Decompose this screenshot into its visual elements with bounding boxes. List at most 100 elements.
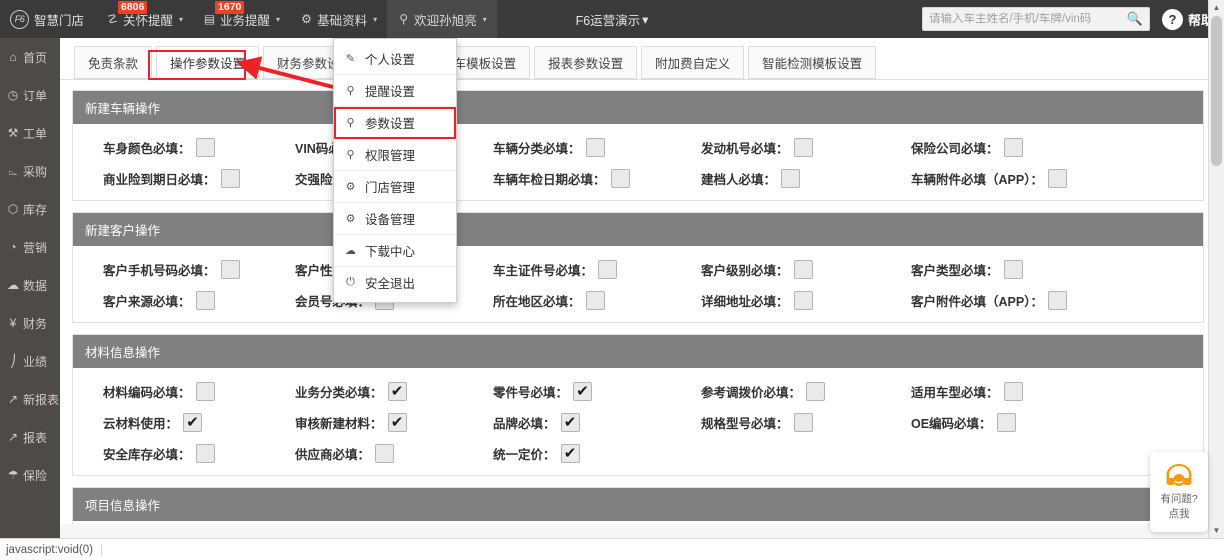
menu-item-label: 设备管理 (365, 213, 416, 227)
sidebar-item-finance[interactable]: ¥ 财务 (0, 304, 60, 342)
checkbox[interactable] (220, 260, 240, 279)
checkbox[interactable] (996, 413, 1016, 432)
nav-label-user: 欢迎孙旭亮 (414, 13, 477, 28)
key-icon: ⚲ (346, 85, 355, 97)
sidebar-item-purchase[interactable]: ⌳ 采购 (0, 152, 60, 190)
settings-tab-bar: 免责条款 操作参数设置 财务参数设置 设置 查车模板设置 报表参数设置 附加费自… (60, 38, 1216, 80)
menu-item-label: 个人设置 (365, 53, 416, 67)
checkbox[interactable] (793, 413, 813, 432)
tab-disclaimer[interactable]: 免责条款 (74, 46, 153, 79)
checkbox[interactable] (1003, 138, 1023, 157)
panel-new-customer-operation: 新建客户操作 客户手机号码必填： 客户性别必填： 车主证件号必填： (72, 212, 1204, 323)
checkbox[interactable] (585, 138, 605, 157)
support-widget[interactable]: 有问题? 点我 (1150, 452, 1208, 532)
checkbox[interactable] (585, 291, 605, 310)
store-name-label[interactable]: F6运营演示 (576, 10, 641, 29)
checkbox[interactable] (195, 138, 215, 157)
sidebar-item-reports[interactable]: ↗ 报表 (0, 418, 60, 456)
checkbox[interactable] (375, 444, 395, 463)
horizontal-scrollbar[interactable] (60, 524, 1208, 538)
wrench-icon: ⚒ (7, 126, 19, 140)
tab-smart-detection-template-settings[interactable]: 智能检测模板设置 (748, 46, 877, 79)
checkbox[interactable] (781, 169, 801, 188)
checkbox[interactable] (560, 413, 580, 432)
checkbox[interactable] (183, 413, 203, 432)
app-logo[interactable]: F6 智慧门店 (0, 9, 96, 29)
sidebar-item-new-reports[interactable]: ↗ 新报表 (0, 380, 60, 418)
help-button[interactable]: ? 帮助 (1161, 8, 1214, 30)
menu-item-logout[interactable]: ⏻ 安全退出 (334, 267, 456, 298)
checkbox[interactable] (793, 291, 813, 310)
field-label: 统一定价： (493, 448, 556, 462)
scroll-down-icon[interactable]: ▼ (1209, 523, 1224, 538)
sidebar-item-work-orders[interactable]: ⚒ 工单 (0, 114, 60, 152)
vertical-scrollbar[interactable]: ▲ ▼ (1208, 0, 1224, 538)
checkbox[interactable] (387, 413, 407, 432)
business-reminder-badge: 1670 (215, 1, 245, 14)
field-label: OE编码必填： (911, 417, 992, 431)
checkbox[interactable] (560, 444, 580, 463)
panel-body: 客户手机号码必填： 客户性别必填： 车主证件号必填： 客户级别必填： (73, 246, 1203, 322)
scroll-up-icon[interactable]: ▲ (1209, 0, 1224, 15)
nav-item-basic-data[interactable]: ⚙ 基础资料 ▾ (290, 0, 387, 38)
checkbox[interactable] (1003, 382, 1023, 401)
search-icon[interactable]: 🔍 (1127, 11, 1143, 27)
cloud-icon: ☁ (7, 278, 19, 292)
panel-body: 车身颜色必填： VIN码必填： 车辆分类必填： 发动机号必填： 保险公司必填： … (73, 124, 1203, 200)
checkbox[interactable] (1047, 291, 1067, 310)
box-icon: ⬡ (7, 202, 19, 216)
sidebar-item-label: 订单 (23, 88, 48, 103)
sidebar-item-data[interactable]: ☁ 数据 (0, 266, 60, 304)
cogs-icon: ⚙ (345, 181, 356, 193)
scroll-thumb[interactable] (1211, 16, 1222, 166)
menu-item-personal-settings[interactable]: ✎ 个人设置 (334, 43, 456, 75)
chevron-down-icon: ▾ (179, 14, 184, 24)
checkbox[interactable] (195, 291, 215, 310)
checkbox[interactable] (793, 260, 813, 279)
chevron-down-icon: ▾ (482, 14, 487, 24)
tab-report-parameter-settings[interactable]: 报表参数设置 (534, 46, 638, 79)
field-brand-required: 品牌必填： (473, 413, 683, 432)
field-label: 所在地区必填： (493, 295, 581, 309)
user-dropdown-menu: ✎ 个人设置 ⚲ 提醒设置 ⚲ 参数设置 ⚲ 权限管理 ⚙ 门店管理 ⚙ 设备管… (333, 38, 457, 303)
checkbox[interactable] (195, 444, 215, 463)
menu-item-permission-management[interactable]: ⚲ 权限管理 (334, 139, 456, 171)
nav-item-business-reminder[interactable]: ▤ 业务提醒 ▾ 1670 (193, 0, 290, 38)
status-bar: javascript:void(0) (0, 538, 1224, 560)
global-search[interactable]: 🔍 (921, 7, 1150, 31)
menu-item-parameter-settings[interactable]: ⚲ 参数设置 (334, 107, 456, 139)
sidebar-item-home[interactable]: ⌂ 首页 (0, 38, 60, 76)
menu-item-download-center[interactable]: ☁ 下载中心 (334, 235, 456, 267)
panel-title: 新建车辆操作 (73, 91, 1203, 124)
settings-panels: 新建车辆操作 车身颜色必填： VIN码必填： 车辆分类必填： 发动机号必填： 保… (60, 80, 1216, 538)
checkbox[interactable] (1047, 169, 1067, 188)
field-commercial-insurance-expiry-required: 商业险到期日必填： (73, 169, 273, 188)
tab-operation-parameter-settings[interactable]: 操作参数设置 (156, 46, 260, 79)
chevron-down-icon[interactable]: ▾ (642, 12, 648, 27)
field-label: 建档人必填： (701, 173, 777, 187)
search-input[interactable] (928, 13, 1127, 25)
sidebar-item-marketing[interactable]: ◔ 营销 (0, 228, 60, 266)
status-bar-text: javascript:void(0) (6, 543, 102, 556)
checkbox[interactable] (793, 138, 813, 157)
checkbox[interactable] (1003, 260, 1023, 279)
checkbox[interactable] (806, 382, 826, 401)
sidebar-item-performance[interactable]: ⎠ 业绩 (0, 342, 60, 380)
settings-row: 客户手机号码必填： 客户性别必填： 车主证件号必填： 客户级别必填： (73, 260, 1203, 279)
menu-item-device-management[interactable]: ⚙ 设备管理 (334, 203, 456, 235)
checkbox[interactable] (598, 260, 618, 279)
sidebar-item-label: 工单 (23, 126, 48, 141)
sidebar-item-inventory[interactable]: ⬡ 库存 (0, 190, 60, 228)
checkbox[interactable] (220, 169, 240, 188)
nav-item-user-menu[interactable]: ⚲ 欢迎孙旭亮 ▾ (387, 0, 497, 38)
sidebar-item-insurance[interactable]: ☂ 保险 (0, 456, 60, 494)
checkbox[interactable] (195, 382, 215, 401)
checkbox[interactable] (573, 382, 593, 401)
checkbox[interactable] (387, 382, 407, 401)
sidebar-item-orders[interactable]: ◷ 订单 (0, 76, 60, 114)
tab-surcharge-custom[interactable]: 附加费自定义 (641, 46, 745, 79)
nav-item-care-reminder[interactable]: ☡ 关怀提醒 ▾ 6806 (96, 0, 193, 38)
checkbox[interactable] (610, 169, 630, 188)
menu-item-reminder-settings[interactable]: ⚲ 提醒设置 (334, 75, 456, 107)
menu-item-store-management[interactable]: ⚙ 门店管理 (334, 171, 456, 203)
